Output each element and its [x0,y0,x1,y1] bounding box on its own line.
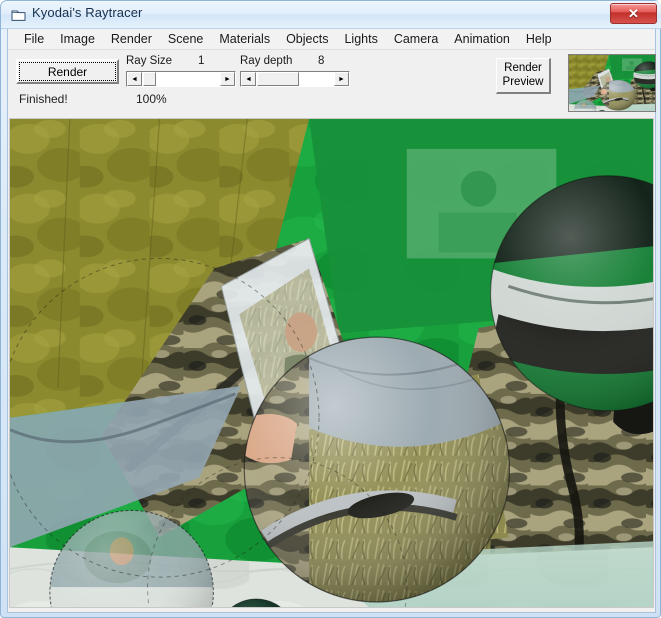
menu-item-lights[interactable]: Lights [336,30,385,48]
window-title: Kyodai's Raytracer [32,5,143,20]
render-preview-button[interactable]: Render Preview [496,58,551,94]
close-button[interactable]: ✕ [610,3,657,24]
ray-depth-slider-thumb[interactable] [257,72,299,86]
close-icon: ✕ [628,6,639,21]
render-output-canvas[interactable] [9,118,654,608]
menu-item-animation[interactable]: Animation [446,30,518,48]
ray-depth-decrement-button[interactable]: ◄ [241,72,256,86]
menu-item-objects[interactable]: Objects [278,30,336,48]
ray-depth-slider[interactable]: ◄ ► [240,71,350,87]
menu-item-help[interactable]: Help [518,30,560,48]
progress-percent: 100% [136,92,167,106]
render-button-label: Render [19,62,116,81]
title-bar: Kyodai's Raytracer ✕ [1,1,661,29]
ray-depth-label: Ray depth [240,55,293,67]
render-preview-thumbnail[interactable] [568,54,656,112]
ray-size-slider-thumb[interactable] [143,72,156,86]
application-window: Kyodai's Raytracer ✕ File Image Render S… [0,0,661,618]
raytraced-image [10,119,653,607]
ray-size-decrement-button[interactable]: ◄ [127,72,142,86]
ray-depth-value: 8 [318,55,325,67]
ray-size-label: Ray Size [126,55,173,67]
menu-item-file[interactable]: File [16,30,52,48]
menu-item-render[interactable]: Render [103,30,160,48]
client-area: File Image Render Scene Materials Object… [7,29,656,613]
menu-item-image[interactable]: Image [52,30,103,48]
toolbar: Render Ray Size 1 ◄ ► Ray depth 8 ◄ ► Fi… [8,50,656,116]
render-preview-label-line2: Preview [502,75,544,88]
render-preview-label-line1: Render [504,62,542,75]
menu-item-scene[interactable]: Scene [160,30,211,48]
menu-item-camera[interactable]: Camera [386,30,446,48]
ray-size-value: 1 [198,55,205,67]
ray-size-slider[interactable]: ◄ ► [126,71,236,87]
status-message: Finished! [19,92,68,106]
ray-size-increment-button[interactable]: ► [220,72,235,86]
application-icon [11,8,26,22]
menu-item-materials[interactable]: Materials [211,30,278,48]
render-button[interactable]: Render [16,59,119,84]
ray-depth-increment-button[interactable]: ► [334,72,349,86]
menu-bar: File Image Render Scene Materials Object… [8,29,655,50]
